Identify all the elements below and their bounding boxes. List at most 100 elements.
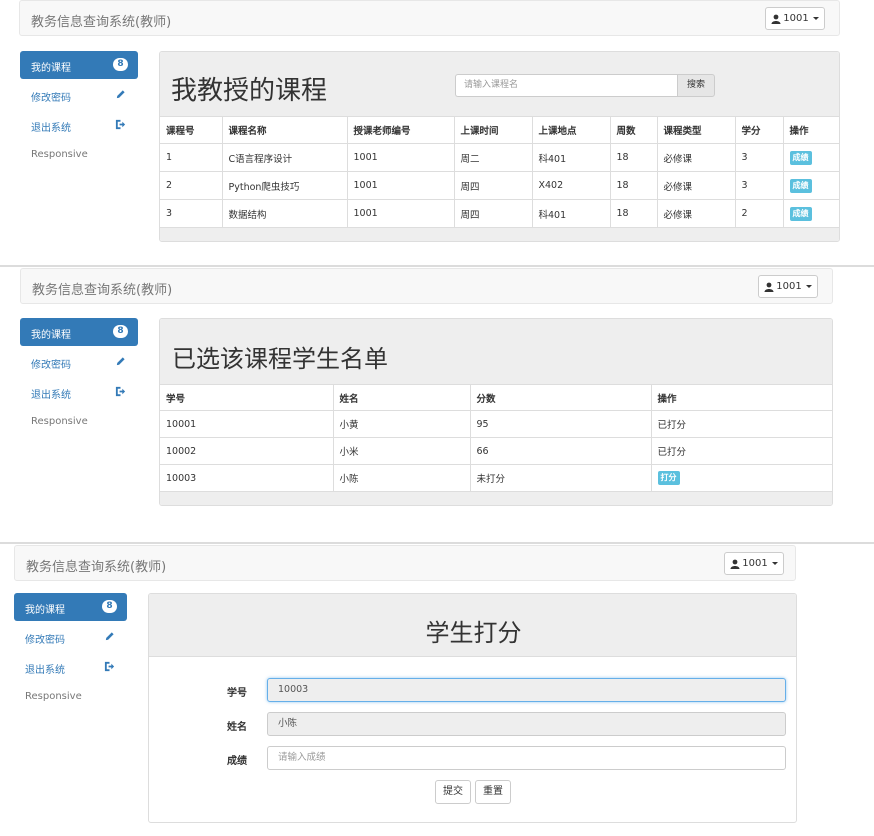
course-id: 2: [160, 171, 222, 200]
courses-table: 课程号 课程名称 授课老师编号 上课时间 上课地点 周数 课程类型 学分 操作 …: [160, 116, 839, 228]
course-name: Python爬虫技巧: [221, 171, 347, 200]
classroom: 科401: [531, 199, 610, 228]
sidebar-item-label: 我的课程: [31, 330, 71, 341]
sidebar-item-change-password[interactable]: 修改密码: [14, 623, 127, 651]
column-header: 学号: [160, 384, 333, 411]
grade-panel: 学生打分 学号 10003 姓名 小陈 成绩 请输入成绩 提交 重置: [148, 593, 797, 823]
weeks: 18: [609, 143, 657, 172]
student-name-field[interactable]: 小陈: [267, 712, 786, 736]
user-icon: [764, 282, 774, 292]
column-header: 分数: [469, 384, 651, 411]
search-input[interactable]: 请输入课程名: [455, 74, 677, 97]
score-input[interactable]: 请输入成绩: [267, 746, 786, 770]
teacher-id: 1001: [346, 199, 454, 228]
chevron-down-icon: [812, 17, 819, 20]
submit-button[interactable]: 提交: [435, 780, 471, 804]
brand[interactable]: 教务信息查询系统(教师): [32, 279, 172, 298]
column-header: 课程类型: [656, 116, 735, 144]
table-row: 3 数据结构 1001 周四 科401 18 必修课 2 成绩: [160, 199, 839, 228]
brand[interactable]: 教务信息查询系统(教师): [31, 11, 171, 30]
grade-status: 已打分: [650, 410, 832, 438]
sidebar-item-change-password[interactable]: 修改密码: [20, 348, 138, 376]
student-id-label: 学号: [227, 688, 247, 699]
chevron-down-icon: [771, 562, 778, 565]
class-time: 周四: [453, 171, 532, 200]
column-header: 姓名: [332, 384, 470, 411]
student-score: 95: [469, 410, 651, 438]
grades-button[interactable]: 成绩: [789, 206, 812, 221]
course-count-badge: 8: [113, 58, 128, 71]
sidebar-item-responsive[interactable]: Responsive: [20, 408, 138, 436]
column-header: 操作: [782, 116, 839, 144]
student-name: 小陈: [332, 464, 470, 492]
student-id: 10002: [160, 437, 333, 465]
user-menu-button[interactable]: 1001: [758, 275, 818, 298]
sidebar-item-label: Responsive: [31, 416, 88, 427]
classroom: 科401: [531, 143, 610, 172]
column-header: 课程名称: [221, 116, 347, 144]
reset-button[interactable]: 重置: [475, 780, 511, 804]
sidebar-item-label: 退出系统: [31, 123, 71, 134]
teacher-id: 1001: [346, 171, 454, 200]
sidebar-item-responsive[interactable]: Responsive: [14, 683, 127, 711]
sidebar-item-label: 修改密码: [31, 360, 71, 371]
table-row: 2 Python爬虫技巧 1001 周四 X402 18 必修课 3 成绩: [160, 171, 839, 200]
column-header: 授课老师编号: [346, 116, 454, 144]
grade-form-screen: 教务信息查询系统(教师) 1001 我的课程 8 修改密码 退出系统 Respo…: [0, 544, 874, 836]
sidebar-item-label: 退出系统: [31, 390, 71, 401]
sidebar-item-responsive[interactable]: Responsive: [20, 141, 138, 169]
column-header: 上课地点: [531, 116, 610, 144]
action-cell: 成绩: [782, 171, 839, 200]
pencil-icon: [116, 90, 125, 99]
course-list-screen: 教务信息查询系统(教师) 1001 我的课程 8 修改密码 退出系统 Respo…: [0, 0, 874, 264]
column-header: 课程号: [160, 116, 222, 144]
sidebar-item-change-password[interactable]: 修改密码: [20, 81, 138, 109]
page-title: 我教授的课程: [171, 76, 328, 106]
column-header: 上课时间: [453, 116, 532, 144]
action-cell: 成绩: [782, 143, 839, 172]
credits: 3: [734, 143, 783, 172]
sidebar-item-label: 我的课程: [31, 63, 71, 74]
grade-button[interactable]: 打分: [657, 471, 680, 486]
student-score: 66: [469, 437, 651, 465]
teacher-id: 1001: [346, 143, 454, 172]
sidebar-item-logout[interactable]: 退出系统: [20, 378, 138, 406]
student-id: 10001: [160, 410, 333, 438]
table-row: 10003 小陈 未打分 打分: [160, 464, 832, 492]
jumbotron: 我教授的课程 请输入课程名 搜索: [160, 52, 839, 116]
sidebar-item-label: 退出系统: [25, 665, 65, 676]
sidebar-item-my-courses[interactable]: 我的课程 8: [14, 593, 127, 621]
class-time: 周四: [453, 199, 532, 228]
sidebar-item-my-courses[interactable]: 我的课程 8: [20, 318, 138, 346]
user-menu-button[interactable]: 1001: [724, 552, 784, 575]
user-menu-button[interactable]: 1001: [765, 7, 825, 30]
grade-status: 已打分: [650, 437, 832, 465]
student-score: 未打分: [469, 464, 651, 492]
brand[interactable]: 教务信息查询系统(教师): [26, 556, 166, 575]
classroom: X402: [531, 171, 610, 200]
user-icon: [771, 14, 781, 24]
sidebar-item-my-courses[interactable]: 我的课程 8: [20, 51, 138, 79]
sidebar-item-label: 修改密码: [25, 635, 65, 646]
table-footer: [160, 491, 832, 505]
table-row: 1 C语言程序设计 1001 周二 科401 18 必修课 3 成绩: [160, 143, 839, 172]
table-row: 10002 小米 66 已打分: [160, 437, 832, 465]
weeks: 18: [609, 171, 657, 200]
grades-button[interactable]: 成绩: [789, 178, 812, 193]
table-footer: [160, 227, 839, 241]
chevron-down-icon: [805, 285, 812, 288]
search-button[interactable]: 搜索: [677, 74, 715, 97]
student-list-screen: 教务信息查询系统(教师) 1001 我的课程 8 修改密码 退出系统 Respo…: [0, 267, 874, 541]
user-name: 1001: [776, 281, 802, 292]
grades-button[interactable]: 成绩: [789, 150, 812, 165]
course-id: 3: [160, 199, 222, 228]
student-id-field[interactable]: 10003: [267, 678, 786, 702]
column-header: 学分: [734, 116, 783, 144]
sidebar-item-logout[interactable]: 退出系统: [20, 111, 138, 139]
sidebar-item-logout[interactable]: 退出系统: [14, 653, 127, 681]
sidebar-item-label: Responsive: [25, 691, 82, 702]
students-panel: 已选该课程学生名单 学号 姓名 分数 操作 10001 小黄 95 已打分 10…: [159, 318, 833, 506]
sidebar: 我的课程 8 修改密码 退出系统 Responsive: [14, 593, 127, 713]
score-row: 成绩 请输入成绩: [149, 746, 796, 770]
navbar: 教务信息查询系统(教师) 1001: [19, 0, 840, 36]
